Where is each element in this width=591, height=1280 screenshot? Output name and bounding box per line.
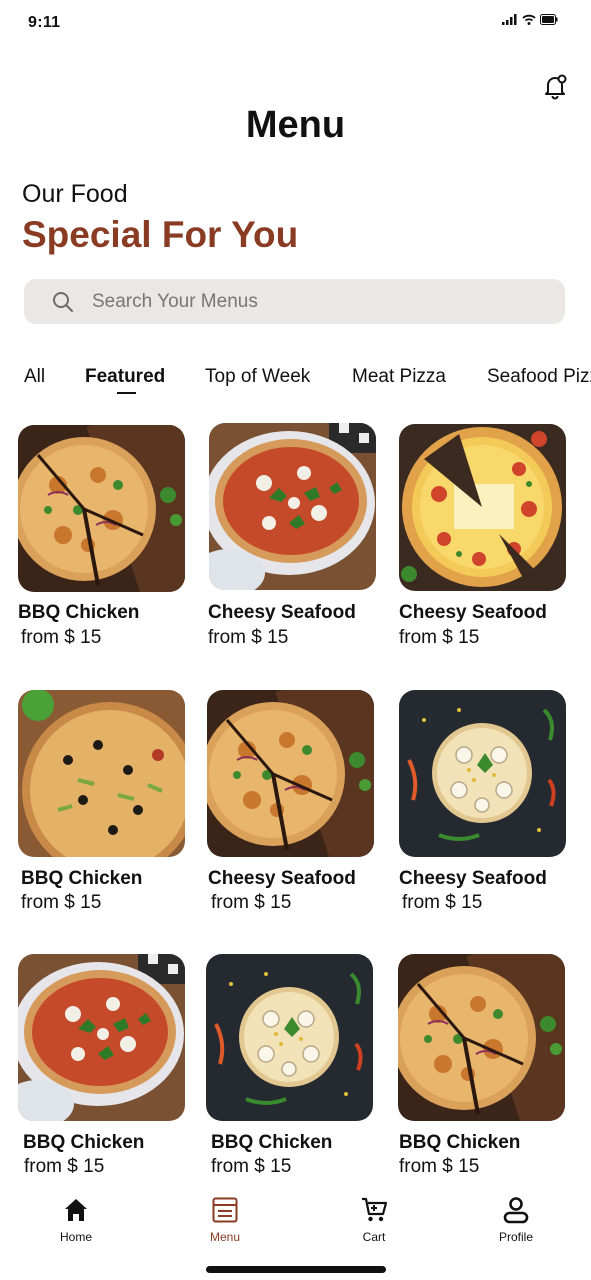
menu-item-name: BBQ Chicken xyxy=(21,868,143,889)
tab-meat-pizza[interactable]: Meat Pizza xyxy=(352,366,446,388)
menu-item-price: from $ 15 xyxy=(24,1156,105,1177)
menu-item-name: Cheesy Seafood xyxy=(399,868,547,889)
nav-label: Home xyxy=(59,1230,92,1244)
nav-menu[interactable]: Menu xyxy=(175,1196,275,1244)
menu-item-price: from $ 15 xyxy=(208,627,289,648)
menu-item-card[interactable] xyxy=(398,954,566,1126)
signal-icon xyxy=(502,14,517,25)
wifi-icon xyxy=(522,14,536,25)
menu-item-card[interactable] xyxy=(18,690,186,862)
category-tabs: All Featured Top of Week Meat Pizza Seaf… xyxy=(0,366,591,400)
intro-headline: Special For You xyxy=(22,214,299,255)
battery-icon xyxy=(540,14,558,25)
menu-item-card[interactable] xyxy=(18,425,186,597)
home-icon xyxy=(65,1199,87,1221)
menu-item-price: from $ 15 xyxy=(211,1156,292,1177)
active-tab-indicator xyxy=(117,392,136,394)
menu-item-price: from $ 15 xyxy=(21,892,102,913)
menu-item-name: Cheesy Seafood xyxy=(208,602,356,623)
menu-item-card[interactable] xyxy=(206,954,374,1126)
nav-label: Cart xyxy=(362,1230,386,1244)
menu-item-name: BBQ Chicken xyxy=(211,1132,333,1153)
status-time: 9:11 xyxy=(28,14,61,31)
menu-item-price: from $ 15 xyxy=(211,892,292,913)
pizza-image xyxy=(398,954,565,1121)
pizza-image xyxy=(18,690,185,857)
pizza-image xyxy=(399,690,566,857)
home-indicator xyxy=(206,1266,386,1273)
pizza-image xyxy=(206,954,373,1121)
notification-bell-icon[interactable] xyxy=(541,72,569,100)
nav-cart[interactable]: Cart xyxy=(324,1196,424,1244)
menu-item-name: BBQ Chicken xyxy=(18,602,140,623)
menu-item-card[interactable] xyxy=(18,954,186,1126)
pizza-image xyxy=(207,690,374,857)
nav-home[interactable]: Home xyxy=(26,1196,126,1244)
tab-all[interactable]: All xyxy=(24,366,45,388)
menu-item-name: BBQ Chicken xyxy=(399,1132,521,1153)
intro-subtitle: Our Food xyxy=(22,180,128,208)
search-input[interactable] xyxy=(90,289,514,314)
menu-item-price: from $ 15 xyxy=(399,1156,480,1177)
menu-item-name: Cheesy Seafood xyxy=(208,868,356,889)
pizza-image xyxy=(18,954,185,1121)
menu-item-card[interactable] xyxy=(399,424,567,596)
menu-item-card[interactable] xyxy=(399,690,567,862)
profile-icon xyxy=(503,1197,529,1224)
pizza-image xyxy=(209,423,376,590)
nav-label: Menu xyxy=(209,1230,241,1244)
cart-icon xyxy=(362,1197,388,1222)
pizza-image xyxy=(18,425,185,592)
nav-label: Profile xyxy=(498,1230,533,1244)
search-icon xyxy=(53,291,73,312)
menu-icon xyxy=(212,1197,238,1223)
page-title: Menu xyxy=(245,104,346,146)
nav-profile[interactable]: Profile xyxy=(466,1196,566,1244)
menu-item-name: BBQ Chicken xyxy=(23,1132,145,1153)
pizza-image xyxy=(399,424,566,591)
tab-top-of-week[interactable]: Top of Week xyxy=(205,366,310,388)
search-bar[interactable] xyxy=(24,279,565,324)
menu-item-card[interactable] xyxy=(209,423,377,595)
menu-item-price: from $ 15 xyxy=(402,892,483,913)
tab-featured[interactable]: Featured xyxy=(85,366,165,388)
menu-item-price: from $ 15 xyxy=(21,627,102,648)
menu-item-card[interactable] xyxy=(207,690,375,862)
tab-seafood-pizza[interactable]: Seafood Pizza xyxy=(487,366,591,388)
menu-item-price: from $ 15 xyxy=(399,627,480,648)
menu-item-name: Cheesy Seafood xyxy=(399,602,547,623)
status-icons xyxy=(502,14,558,25)
